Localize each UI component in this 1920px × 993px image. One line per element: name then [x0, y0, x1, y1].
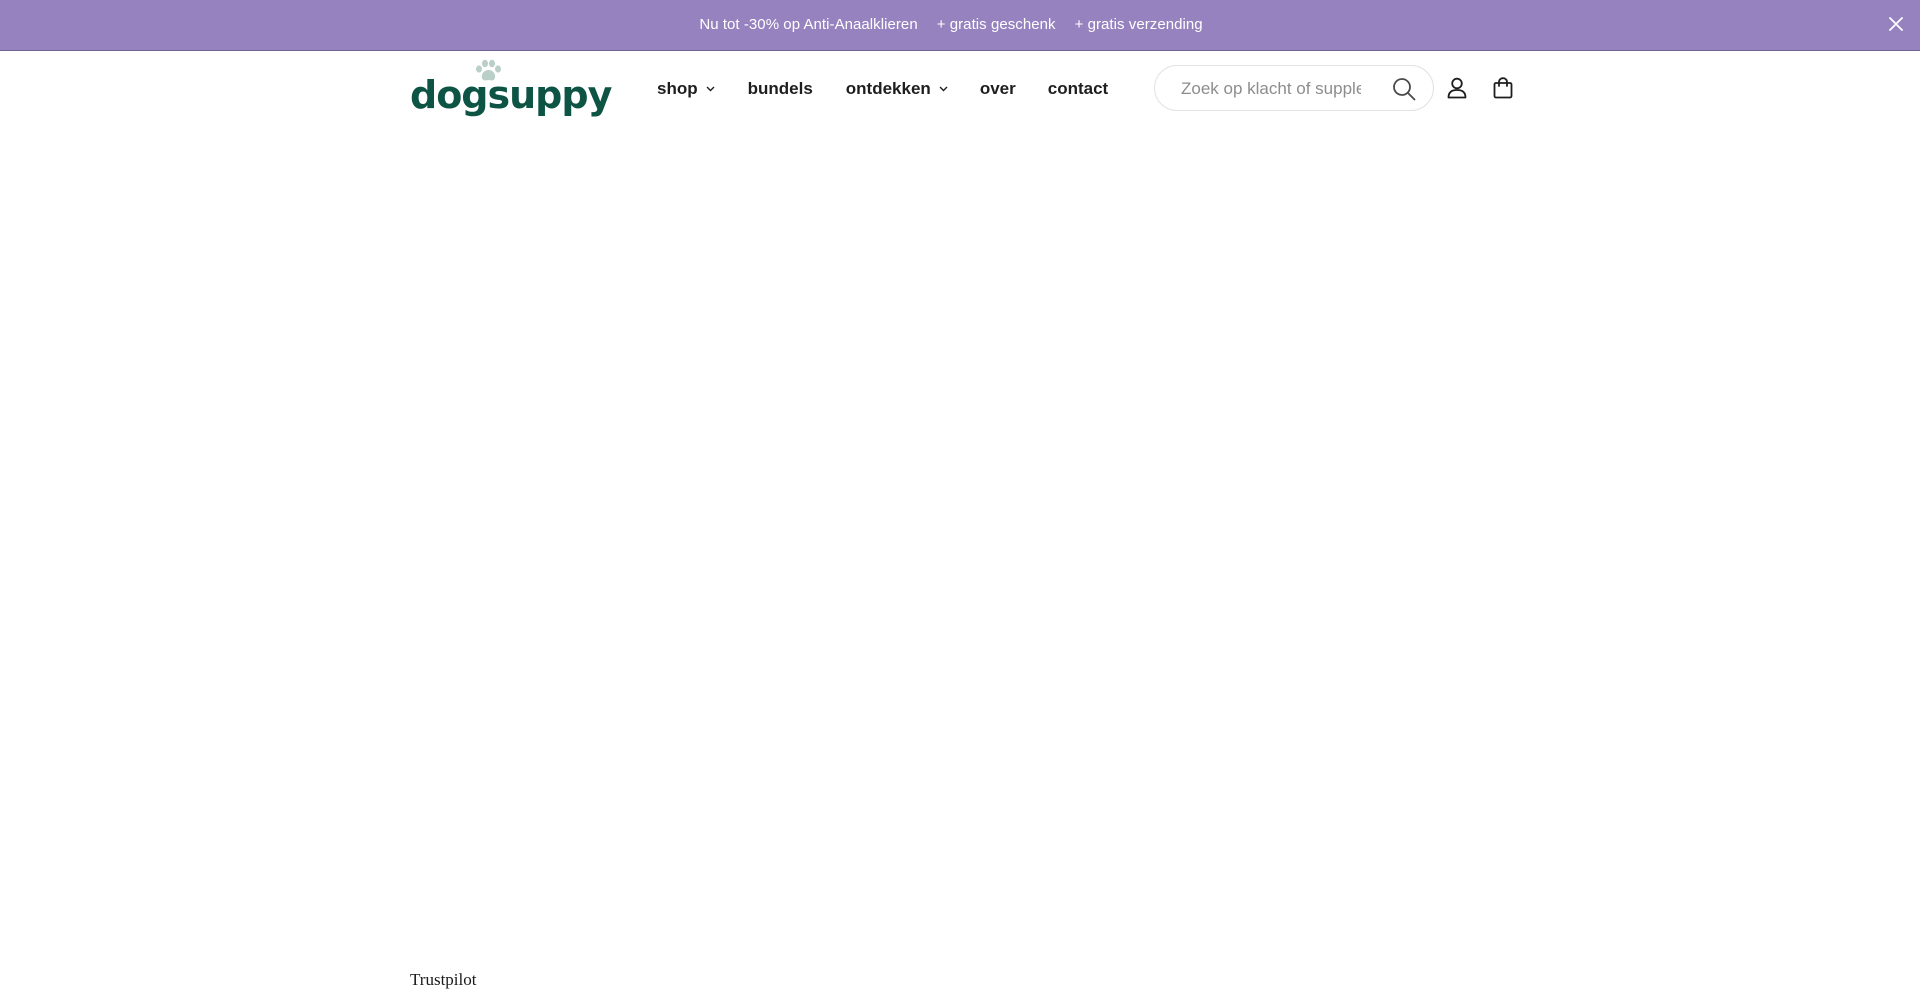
shopping-bag-icon[interactable]	[1490, 75, 1516, 101]
announcement-gift[interactable]: + gratis geschenk	[937, 16, 1056, 33]
search-bar	[1154, 65, 1434, 111]
user-icon[interactable]	[1444, 75, 1470, 101]
nav-item-label: shop	[657, 79, 698, 98]
site-header: dogsuppy shop bundels ontdekken over con…	[0, 51, 1920, 127]
nav-item-label: bundels	[747, 79, 813, 98]
announcement-messages: Nu tot -30% op Anti-Anaalklieren + grati…	[699, 16, 1202, 33]
nav-item-contact[interactable]: contact	[1048, 79, 1108, 99]
nav-item-label: contact	[1047, 79, 1109, 98]
announcement-bar: Nu tot -30% op Anti-Anaalklieren + grati…	[0, 0, 1920, 51]
logo-wordmark: dogsuppy	[410, 73, 612, 117]
nav-item-label: over	[979, 79, 1016, 98]
nav-item-shop[interactable]: shop	[657, 79, 715, 99]
search-icon[interactable]	[1391, 76, 1417, 102]
search-input[interactable]	[1181, 78, 1361, 100]
nav-item-over[interactable]: over	[980, 79, 1016, 99]
announcement-promo[interactable]: Nu tot -30% op Anti-Anaalklieren	[699, 16, 917, 33]
logo[interactable]: dogsuppy	[410, 59, 612, 119]
main-nav: shop bundels ontdekken over contact	[657, 51, 1108, 127]
nav-item-bundels[interactable]: bundels	[748, 79, 813, 99]
announcement-shipping[interactable]: + gratis verzending	[1075, 16, 1203, 33]
chevron-down-icon	[706, 86, 715, 92]
chevron-down-icon	[939, 86, 948, 92]
close-icon[interactable]	[1884, 12, 1908, 36]
nav-item-ontdekken[interactable]: ontdekken	[846, 79, 948, 99]
trustpilot-widget[interactable]: Trustpilot	[410, 970, 476, 990]
nav-item-label: ontdekken	[845, 79, 931, 98]
